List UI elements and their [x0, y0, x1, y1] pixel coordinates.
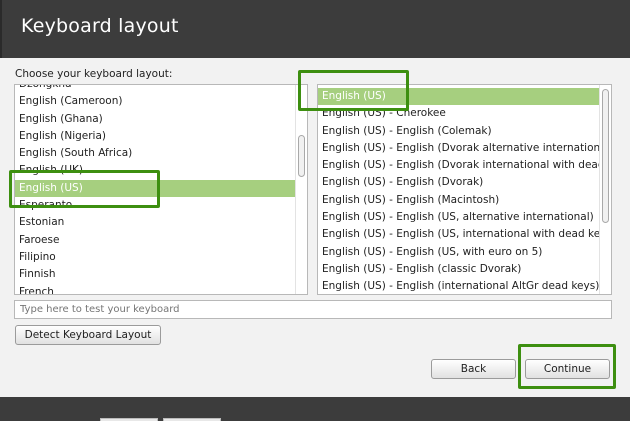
variant-item[interactable]: English (US) - English (US, alternative …	[318, 209, 600, 226]
back-button[interactable]: Back	[431, 359, 516, 379]
variant-item[interactable]: English (US) - English (Dvorak alternati…	[318, 140, 600, 157]
variant-item[interactable]: English (US) - English (Macintosh)	[318, 192, 600, 209]
layout-item[interactable]: Dzongkha	[15, 85, 297, 93]
installer-window: Keyboard layout Choose your keyboard lay…	[0, 0, 630, 421]
layout-item[interactable]: English (South Africa)	[15, 145, 297, 162]
variant-item[interactable]: English (US) - Cherokee	[318, 105, 600, 122]
layout-item[interactable]: English (Nigeria)	[15, 128, 297, 145]
layout-item[interactable]: English (US)	[15, 179, 297, 198]
layout-item[interactable]: Estonian	[15, 214, 297, 231]
variant-item[interactable]: English (US) - English (US, with euro on…	[318, 244, 600, 261]
continue-button[interactable]: Continue	[525, 359, 610, 379]
layout-list-rows: Dzongkha English (Cameroon) English (Ghana…	[15, 85, 297, 294]
detect-layout-button[interactable]: Detect Keyboard Layout	[15, 325, 161, 345]
variant-list[interactable]: English (US) English (US) - Cherokee Engli…	[317, 84, 612, 295]
layout-item[interactable]: Faroese	[15, 232, 297, 249]
title-bar: Keyboard layout	[0, 0, 630, 58]
layout-item[interactable]: French	[15, 284, 297, 294]
layout-item[interactable]: Finnish	[15, 266, 297, 283]
layout-list-scrollbar[interactable]	[295, 85, 307, 294]
variant-item[interactable]: English (US) - English (Colemak)	[318, 123, 600, 140]
layout-prompt-label: Choose your keyboard layout:	[15, 68, 173, 80]
layout-list-scroll-thumb[interactable]	[298, 135, 305, 177]
variant-item[interactable]: English (US) - English (Dvorak)	[318, 174, 600, 191]
variant-item[interactable]: English (US) - English (US, internationa…	[318, 226, 600, 243]
variant-item[interactable]: English (US) - English (Dvorak internati…	[318, 157, 600, 174]
layout-list[interactable]: Dzongkha English (Cameroon) English (Ghana…	[14, 84, 308, 295]
layout-item[interactable]: English (Cameroon)	[15, 93, 297, 110]
variant-list-rows: English (US) English (US) - Cherokee Engli…	[318, 88, 600, 294]
variant-item[interactable]: English (US) - English (international Al…	[318, 278, 600, 294]
variant-list-scroll-thumb[interactable]	[602, 89, 609, 223]
layout-item[interactable]: English (UK)	[15, 162, 297, 179]
layout-item[interactable]: English (Ghana)	[15, 111, 297, 128]
layout-item[interactable]: Esperanto	[15, 197, 297, 214]
variant-item[interactable]: English (US)	[318, 88, 600, 106]
page-title: Keyboard layout	[21, 15, 179, 37]
keyboard-test-input[interactable]	[14, 300, 612, 319]
variant-list-scrollbar[interactable]	[599, 85, 611, 294]
bottom-bar	[0, 397, 630, 421]
variant-item[interactable]: English (US) - English (classic Dvorak)	[318, 261, 600, 278]
layout-item[interactable]: Filipino	[15, 249, 297, 266]
